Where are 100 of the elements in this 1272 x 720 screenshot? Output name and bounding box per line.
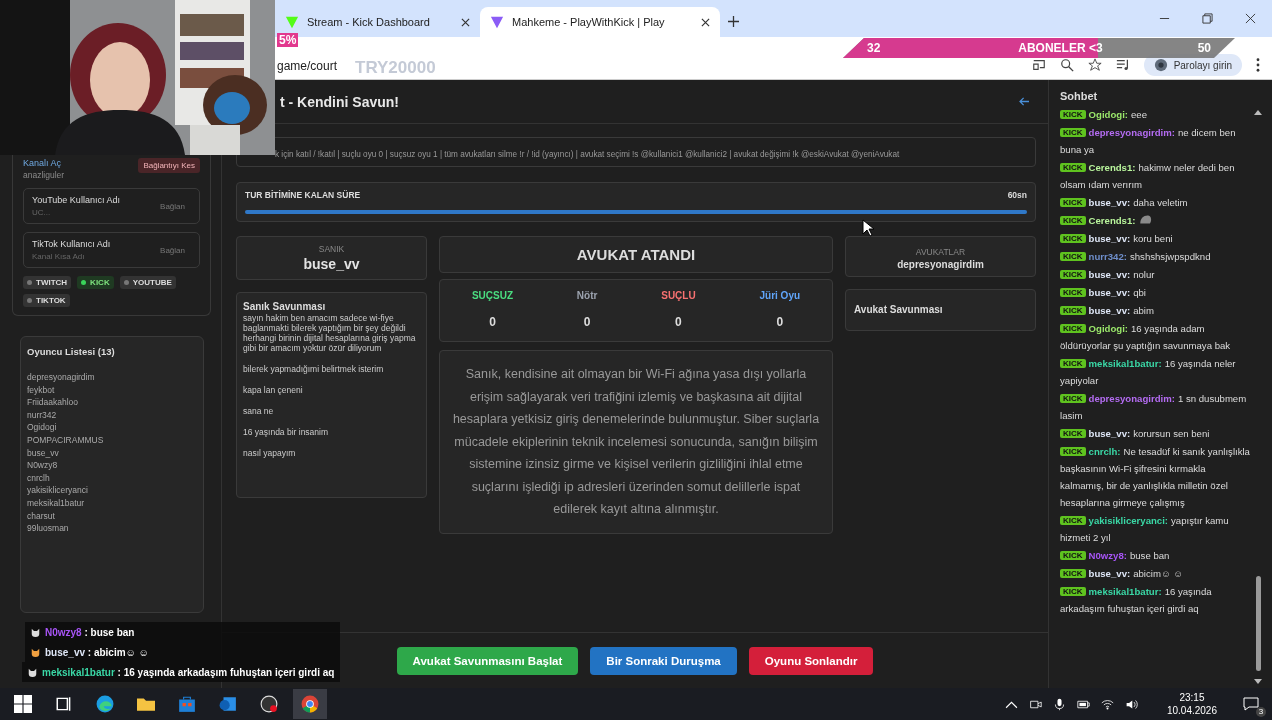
- defense-message: sayın hakim ben amacım sadece wi-fiye baglanmakti bilerek yaptığım bir şey değildi herhangi birinin dijital hesaplarına giriş yapma gibi bir amacım yoktur özür diliyorum: [243, 313, 417, 353]
- chat-message: KICK buse_vv: abim: [1060, 302, 1250, 319]
- kick-badge: KICK: [1060, 394, 1086, 403]
- action-button[interactable]: Oyunu Sonlandır: [748, 646, 874, 675]
- player-name: nurr342: [27, 408, 58, 422]
- chat-message: KICK Ogidogi: 16 yaşında adam öldürüyorlar şu yaptığın savunmaya bak: [1060, 322, 1232, 353]
- vote-count: 0: [675, 315, 682, 329]
- kick-badge: KICK: [1060, 306, 1086, 315]
- windows-icon[interactable]: [14, 695, 32, 713]
- player-name: N0wzy8: [27, 459, 59, 472]
- kick-badge: KICK: [1060, 324, 1086, 333]
- close-icon[interactable]: [461, 17, 470, 27]
- store-icon[interactable]: [178, 695, 196, 713]
- close-icon[interactable]: [1245, 13, 1256, 24]
- player-name: POMPACIRAMMUS: [27, 433, 105, 447]
- chat-message: KICK Ogidogi: eee: [1060, 106, 1250, 123]
- menu-icon[interactable]: [1256, 58, 1260, 72]
- percent-badge: 5%: [277, 33, 299, 47]
- chat-message: KICK nurr342: shshshsjwpspdknd: [1060, 248, 1250, 265]
- player-name: Ogidogi: [27, 421, 58, 434]
- chat-message: KICK N0wzy8: buse ban: [1060, 547, 1250, 564]
- search-icon[interactable]: [1059, 58, 1074, 72]
- kick-badge: KICK: [1060, 234, 1086, 243]
- vote-count: 0: [776, 315, 784, 329]
- mail-icon[interactable]: [219, 695, 237, 713]
- scroll-up-icon[interactable]: [1254, 110, 1262, 115]
- disconnect-button[interactable]: Bağlantıyı Kes: [138, 158, 200, 173]
- platform-chip[interactable]: YOUTUBE: [119, 276, 176, 289]
- lawyer-defense-title: Avukat Savunması: [854, 304, 943, 315]
- chat-message: KICK buse_vv: koru beni: [1060, 230, 1250, 247]
- action-button[interactable]: Bir Sonraki Duruşma: [590, 646, 737, 675]
- vote-label: SUÇSUZ: [471, 290, 514, 301]
- platform-chip[interactable]: TWITCH: [23, 276, 72, 289]
- scroll-down-icon[interactable]: [1254, 679, 1262, 684]
- vote-count: 0: [583, 315, 591, 329]
- defense-message: nasıl yapayım: [243, 448, 297, 458]
- address-field[interactable]: game/court: [277, 59, 338, 73]
- star-icon[interactable]: [1087, 58, 1102, 72]
- goal-label: ABONELER <3: [1018, 41, 1103, 55]
- username-field[interactable]: Kanal Kısa Adı: [32, 252, 132, 261]
- player-name: cnrclh: [27, 471, 51, 485]
- player-name: Friidaakahloo: [27, 396, 80, 409]
- chrome-icon[interactable]: [293, 689, 327, 719]
- folder-icon[interactable]: [137, 695, 155, 713]
- kick-badge: KICK: [1060, 429, 1086, 438]
- kick-badge: KICK: [1060, 216, 1086, 225]
- defense-title: Sanık Savunması: [243, 301, 327, 312]
- kick-badge: KICK: [1060, 110, 1086, 119]
- status-text: AVUKAT ATANDI: [576, 246, 696, 263]
- new-tab-icon[interactable]: [728, 16, 739, 27]
- cast-icon[interactable]: [1031, 58, 1046, 72]
- browser-tab[interactable]: Mahkeme - PlayWithKick | Play: [480, 7, 720, 37]
- chat-message: KICK buse_vv: nolur: [1060, 266, 1250, 283]
- clock[interactable]: 23:15 10.04.2026: [1166, 691, 1217, 717]
- avatar-icon: [1153, 58, 1168, 72]
- kick-badge: KICK: [1060, 288, 1086, 297]
- vote-label: SUÇLU: [661, 290, 696, 301]
- goal-target: 50: [1197, 41, 1211, 55]
- goal-current: 32: [867, 41, 881, 55]
- record-icon[interactable]: [260, 695, 278, 713]
- player-name: feykbot: [27, 383, 56, 397]
- connect-button[interactable]: Bağlan: [154, 244, 191, 256]
- promo-code: TRY20000: [355, 58, 436, 78]
- platform-chip[interactable]: TIKTOK: [23, 294, 70, 307]
- player-name: yakisikliceryanci: [27, 484, 89, 497]
- defense-message: 16 yaşında bir insanim: [243, 427, 330, 437]
- triangle-icon: [490, 15, 504, 29]
- task-view-icon[interactable]: [55, 695, 73, 713]
- scroll-thumb[interactable]: [1255, 576, 1261, 671]
- open-channel-link[interactable]: Kanalı Aç: [23, 158, 65, 168]
- kick-badge: KICK: [1060, 516, 1086, 525]
- kick-badge: KICK: [1060, 198, 1086, 207]
- back-arrow-icon[interactable]: [1019, 97, 1030, 106]
- player-name: meksikal1batur: [27, 496, 86, 510]
- lawyer-name: depresyonagirdim: [897, 259, 984, 270]
- player-name: buse_vv: [27, 446, 60, 460]
- restore-icon[interactable]: [1202, 13, 1213, 24]
- platform-chip[interactable]: KICK: [77, 276, 114, 289]
- chat-message: KICK meksikal1batur: 16 yaşında neler yapiyolar: [1060, 357, 1237, 388]
- speaker-icon[interactable]: [1124, 697, 1138, 711]
- connect-button[interactable]: Bağlan: [154, 200, 191, 212]
- panel-title: Oyuncu Listesi (13): [27, 346, 116, 357]
- cursor-icon: [862, 219, 874, 237]
- media-icon[interactable]: [1115, 58, 1130, 72]
- microphone-icon[interactable]: [1052, 697, 1066, 711]
- account-label: TikTok Kullanıcı Adı: [32, 239, 112, 249]
- vote-label: Nötr: [576, 290, 598, 301]
- chat-message: KICK meksikal1batur: 16 yaşında arkadaşım fuhuştan içeri girdi aq: [1060, 585, 1213, 616]
- emote-icon: [1138, 213, 1154, 227]
- edge-icon[interactable]: [96, 695, 114, 713]
- wifi-icon[interactable]: [1100, 697, 1114, 711]
- defense-message: sana ne: [243, 406, 275, 416]
- commands-text: k için katıl / !katıl | suçlu oyu 0 | suçsuz oyu 1 | tüm avukatları silme !r / !id (yayıncı) | avukat seçimi !s @kullanici1 @kullanici2 | avukat değişimi !k @eskiAvukat @yeniAvukat: [275, 150, 900, 159]
- kick-badge: KICK: [1060, 569, 1086, 578]
- channel-name: anazliguler: [23, 170, 65, 180]
- close-icon[interactable]: [701, 17, 710, 27]
- kick-badge: KICK: [1060, 163, 1086, 172]
- player-name: charsut: [27, 509, 56, 523]
- chat-message: KICK buse_vv: korursun sen beni: [1060, 425, 1250, 442]
- overlay-chat-message: buse_vv : abicim☺ ☺: [25, 642, 341, 662]
